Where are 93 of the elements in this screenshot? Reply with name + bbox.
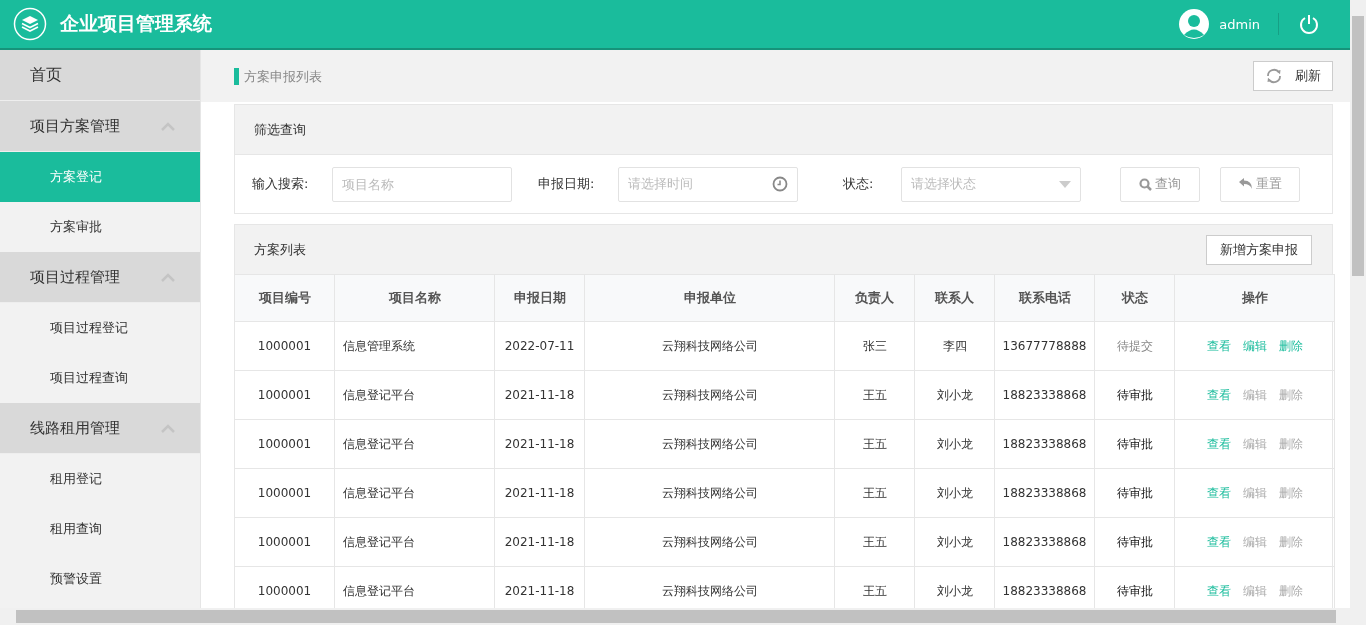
column-header: 联系电话: [994, 274, 1095, 322]
table-cell: 信息登记平台: [334, 370, 495, 420]
menu-item[interactable]: 项目过程登记: [0, 303, 200, 353]
status-dropdown[interactable]: 请选择状态: [901, 166, 1081, 202]
field-label: 状态:: [843, 175, 875, 193]
add-plan-button[interactable]: 新增方案申报: [1206, 234, 1312, 265]
column-header: 项目编号: [234, 274, 335, 322]
table-cell: 13677778888: [994, 321, 1095, 371]
row-action-link[interactable]: 编辑: [1242, 338, 1267, 353]
row-action-link[interactable]: 删除: [1278, 338, 1303, 353]
column-header: 负责人: [834, 274, 915, 322]
field-label: 输入搜索:: [252, 175, 310, 193]
table-cell: 2021-11-18: [494, 370, 585, 420]
table-cell: 王五: [834, 370, 915, 420]
table-cell: 张三: [834, 321, 915, 371]
menu-group-header[interactable]: 项目方案管理: [0, 101, 200, 152]
panel-title: 方案列表: [254, 240, 306, 259]
column-header: 申报单位: [584, 274, 835, 322]
table-cell: 信息登记平台: [334, 419, 495, 469]
table-cell: 待审批: [1094, 419, 1175, 469]
table-cell: 云翔科技网络公司: [584, 321, 835, 371]
menu-item[interactable]: 预警设置: [0, 554, 200, 604]
menu-group-header[interactable]: 线路租用管理: [0, 403, 200, 454]
row-action-link[interactable]: 查看: [1206, 583, 1231, 598]
menu-item[interactable]: 方案登记: [0, 152, 200, 202]
row-action-link[interactable]: 查看: [1206, 436, 1231, 451]
table-cell: 1000001: [234, 419, 335, 469]
table-cell: 刘小龙: [914, 517, 995, 567]
undo-arrow-icon: [1238, 178, 1253, 190]
panel-title: 筛选查询: [254, 120, 306, 139]
column-header: 联系人: [914, 274, 995, 322]
app-title: 企业项目管理系统: [60, 11, 212, 36]
table-cell: 2021-11-18: [494, 468, 585, 518]
field-label: 申报日期:: [538, 175, 596, 193]
row-action-link[interactable]: 查看: [1206, 485, 1231, 500]
table-cell: 待审批: [1094, 517, 1175, 567]
menu-item[interactable]: 方案审批: [0, 202, 200, 252]
menu-item[interactable]: 租用登记: [0, 454, 200, 504]
power-icon[interactable]: [1298, 13, 1320, 35]
table-cell: 王五: [834, 419, 915, 469]
table-cell: 信息登记平台: [334, 468, 495, 518]
table-cell: 2021-11-18: [494, 419, 585, 469]
table-cell: 刘小龙: [914, 419, 995, 469]
table-cell: 王五: [834, 517, 915, 567]
row-action-link[interactable]: 查看: [1206, 387, 1231, 402]
table-cell: 18823338868: [994, 517, 1095, 567]
column-header: 操作: [1174, 274, 1335, 322]
table-cell: 18823338868: [994, 468, 1095, 518]
layers-logo-icon: [13, 7, 47, 41]
breadcrumb: 方案申报列表: [234, 67, 322, 85]
home-menu-item[interactable]: 首页: [0, 50, 200, 101]
row-action-link[interactable]: 查看: [1206, 338, 1231, 353]
table-cell: 1000001: [234, 370, 335, 420]
table-cell: 2022-07-11: [494, 321, 585, 371]
column-header: 项目名称: [334, 274, 495, 322]
table-cell: 待提交: [1094, 321, 1175, 371]
date-field[interactable]: 请选择时间: [618, 166, 798, 202]
table-cell: 刘小龙: [914, 370, 995, 420]
column-header: 状态: [1094, 274, 1175, 322]
reset-button[interactable]: 重置: [1220, 166, 1300, 202]
refresh-icon: [1265, 67, 1283, 85]
table-cell: 18823338868: [994, 370, 1095, 420]
table-cell: 待审批: [1094, 370, 1175, 420]
vertical-scrollbar[interactable]: [1350, 0, 1366, 608]
search-icon: [1139, 177, 1152, 191]
query-button[interactable]: 查询: [1120, 166, 1200, 202]
user-avatar-icon: [1178, 8, 1211, 40]
menu-group-header[interactable]: 项目过程管理: [0, 252, 200, 303]
caret-icon: [1059, 180, 1071, 188]
table-cell: 1000001: [234, 468, 335, 518]
table-cell: 待审批: [1094, 468, 1175, 518]
table-cell: 云翔科技网络公司: [584, 468, 835, 518]
table-cell: 1000001: [234, 321, 335, 371]
table-cell: 王五: [834, 468, 915, 518]
table-cell: 信息管理系统: [334, 321, 495, 371]
menu-item[interactable]: 租用查询: [0, 504, 200, 554]
horizontal-scrollbar[interactable]: [0, 608, 1366, 625]
table-cell: 信息登记平台: [334, 517, 495, 567]
clock-icon: [772, 176, 788, 192]
menu-item[interactable]: 项目过程查询: [0, 353, 200, 403]
table-cell: 云翔科技网络公司: [584, 517, 835, 567]
refresh-button[interactable]: 刷新: [1253, 61, 1333, 91]
username[interactable]: admin: [1219, 16, 1260, 32]
table-cell: 刘小龙: [914, 468, 995, 518]
table-cell: 1000001: [234, 517, 335, 567]
table-cell: 云翔科技网络公司: [584, 419, 835, 469]
column-header: 申报日期: [494, 274, 585, 322]
table-cell: 2021-11-18: [494, 517, 585, 567]
table-cell: 18823338868: [994, 419, 1095, 469]
table-cell: 李四: [914, 321, 995, 371]
search-field[interactable]: 项目名称: [332, 166, 512, 202]
row-action-link[interactable]: 查看: [1206, 534, 1231, 549]
table-cell: 云翔科技网络公司: [584, 370, 835, 420]
